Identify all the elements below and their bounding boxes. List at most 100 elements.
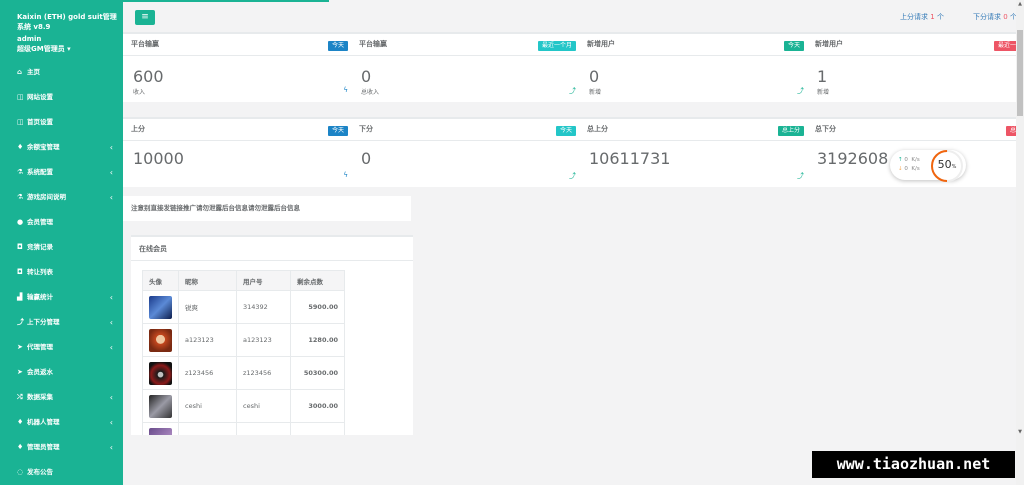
- level-up-icon: ⤴: [569, 172, 576, 180]
- level-up-icon: ⤴: [797, 172, 804, 180]
- table-row[interactable]: z123456 z123456 50300.00: [142, 356, 345, 390]
- sidebar-item[interactable]: ⤴ 上下分管理 ‹: [0, 310, 123, 335]
- topbar: ≡ 上分请求 1 个 下分请求 0 个: [123, 0, 1024, 30]
- sidebar-item-label: 机器人管理: [27, 418, 60, 426]
- sidebar-item-label: 管理员管理: [27, 443, 60, 451]
- sidebar-item[interactable]: ♦ 余额宝管理 ‹: [0, 135, 123, 160]
- points-cell: 6000.00: [290, 422, 345, 435]
- brand: Kaixin (ETH) gold suit管理 系统 v8.9 admin 超…: [0, 0, 123, 54]
- diamond-icon: ♦: [17, 443, 24, 451]
- online-members-table: 头像 昵称 用户号 剩余点数 锐爽 314392 5900.00 a123123 a12…: [142, 270, 345, 435]
- stat-title: 平台输赢: [131, 40, 159, 48]
- stat-badge: 今天: [555, 126, 576, 136]
- user-id-cell: b123456: [236, 422, 291, 435]
- random-icon: ⤮: [17, 393, 23, 401]
- stat-badge: 今天: [783, 41, 804, 51]
- car-icon: ◘: [17, 243, 23, 251]
- sidebar-item[interactable]: ⚗ 游戏房间说明 ‹: [0, 185, 123, 210]
- watermark: www.tiaozhuan.net: [812, 451, 1015, 478]
- bar-chart-icon: ▟: [17, 293, 23, 301]
- scroll-down-icon[interactable]: ▼: [1016, 429, 1024, 435]
- table-row[interactable]: 锐爽 314392 5900.00: [142, 290, 345, 324]
- sidebar-item-label: 主页: [27, 68, 40, 76]
- sidebar-item-label: 会员管理: [27, 218, 53, 226]
- usage-ring: 50%: [929, 148, 965, 184]
- sidebar-item[interactable]: ◘ 竞猜记录: [0, 235, 123, 260]
- diamond-icon: ♦: [17, 418, 24, 426]
- sidebar-item[interactable]: ▟ 输赢统计 ‹: [0, 285, 123, 310]
- comment-icon: ◌: [17, 468, 24, 476]
- nickname-cell: 锐爽: [178, 290, 237, 324]
- bolt-icon: ϟ: [343, 171, 348, 179]
- sidebar-item[interactable]: ◫ 首页设置: [0, 110, 123, 135]
- user-id-cell: ceshi: [236, 389, 291, 423]
- stat-box-header: 上分 今天: [123, 119, 356, 141]
- sidebar-item[interactable]: ● 会员管理: [0, 210, 123, 235]
- sidebar-item[interactable]: ➤ 会员返水: [0, 360, 123, 385]
- sidebar-item[interactable]: ◌ 发布公告: [0, 460, 123, 485]
- avatar: [149, 328, 172, 352]
- table-row[interactable]: ceshi ceshi 3000.00: [142, 389, 345, 423]
- avatar: [149, 394, 172, 418]
- scrollbar-thumb[interactable]: [1017, 30, 1023, 116]
- stat-box-header: 总上分 总上分: [579, 119, 812, 141]
- stat-sublabel: 新增: [817, 89, 830, 96]
- sidebar-item[interactable]: ➤ 代理管理 ‹: [0, 335, 123, 360]
- table-row[interactable]: a123123 a123123 1280.00: [142, 323, 345, 357]
- app-title-line1: Kaixin (ETH) gold suit管理: [17, 13, 117, 21]
- stat-box: 平台输赢 最近一个月 0 总收入 ⤴: [351, 32, 584, 102]
- up-request-link[interactable]: 上分请求 1 个: [900, 12, 944, 22]
- stat-value: 3192608: [817, 149, 889, 168]
- col-points: 剩余点数: [290, 270, 345, 291]
- col-avatar: 头像: [142, 270, 179, 291]
- chevron-left-icon: ‹: [109, 443, 113, 452]
- stat-value: 0: [361, 149, 372, 168]
- sidebar-item-label: 首页设置: [27, 118, 53, 126]
- scroll-up-icon[interactable]: ▲: [1016, 1, 1024, 7]
- sidebar-item[interactable]: ♦ 管理员管理 ‹: [0, 435, 123, 460]
- sidebar-item-label: 游戏房间说明: [27, 193, 66, 201]
- topbar-accent: [123, 0, 329, 2]
- level-up-icon: ⤴: [797, 87, 804, 95]
- up-request-count: 1: [930, 13, 935, 21]
- stat-badge: 总上分: [777, 126, 804, 136]
- col-nickname: 昵称: [178, 270, 237, 291]
- stat-badge: 今天: [327, 41, 348, 51]
- sidebar-item-label: 发布公告: [27, 468, 53, 476]
- level-up-icon: ⤴: [17, 318, 24, 326]
- sidebar-item[interactable]: ◫ 网站设置: [0, 85, 123, 110]
- nickname-cell: b123456: [178, 422, 237, 435]
- sidebar-item[interactable]: ⤮ 数据采集 ‹: [0, 385, 123, 410]
- sidebar-item[interactable]: ◘ 转让列表: [0, 260, 123, 285]
- nickname-cell: ceshi: [178, 389, 237, 423]
- stat-box-header: 平台输赢 最近一个月: [351, 34, 584, 56]
- home-icon: ⌂: [17, 68, 23, 76]
- online-members-panel: 在线会员 头像 昵称 用户号 剩余点数 锐爽 314392 5900.00 a1231…: [131, 235, 413, 435]
- points-cell: 1280.00: [290, 323, 345, 357]
- avatar: [149, 427, 172, 435]
- sidebar-item[interactable]: ⌂ 主页: [0, 60, 123, 85]
- stat-box: 新增用户 今天 0 新增 ⤴: [579, 32, 812, 102]
- stat-sublabel: 收入: [133, 89, 146, 96]
- avatar-cell: [142, 323, 179, 357]
- avatar-cell: [142, 356, 179, 390]
- chevron-left-icon: ‹: [109, 393, 113, 402]
- sidebar-item[interactable]: ♦ 机器人管理 ‹: [0, 410, 123, 435]
- stat-title: 总下分: [815, 125, 836, 133]
- download-arrow-icon: ↓: [898, 166, 903, 172]
- sidebar-item-label: 上下分管理: [27, 318, 60, 326]
- role-dropdown[interactable]: 超级GM管理员 ▾: [17, 44, 123, 54]
- sidebar-item[interactable]: ⚗ 系统配置 ‹: [0, 160, 123, 185]
- menu-toggle-button[interactable]: ≡: [135, 10, 155, 25]
- stat-box-header: 新增用户 今天: [579, 34, 812, 56]
- sidebar-item-label: 系统配置: [27, 168, 53, 176]
- avatar-cell: [142, 389, 179, 423]
- down-request-link[interactable]: 下分请求 0 个: [973, 12, 1017, 22]
- nickname-cell: a123123: [178, 323, 237, 357]
- table-row[interactable]: b123456b1234566000.00: [142, 422, 345, 435]
- level-up-icon: ⤴: [569, 87, 576, 95]
- hamburger-icon: ≡: [141, 12, 149, 22]
- stat-sublabel: 总收入: [361, 89, 380, 96]
- nickname-cell: z123456: [178, 356, 237, 390]
- stat-title: 平台输赢: [359, 40, 387, 48]
